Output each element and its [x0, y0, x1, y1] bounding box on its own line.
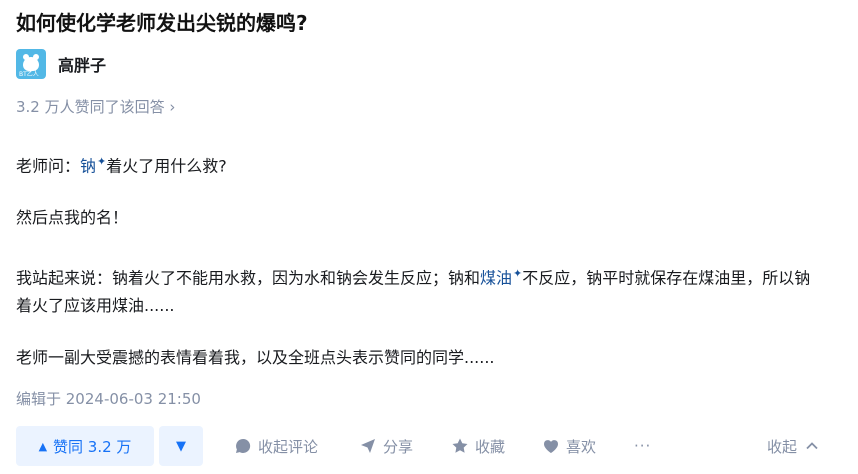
favorite-label: 收藏	[475, 437, 506, 456]
vote-count-link[interactable]: 3.2 万人赞同了该回答 ›	[16, 96, 175, 118]
paragraph-1-rest: 着火了用什么救?	[106, 156, 227, 176]
author-info: BT乙人 高胖子	[16, 49, 106, 79]
collapse-label: 收起	[767, 437, 798, 456]
collapse-comments-button[interactable]: 收起评论	[234, 426, 318, 466]
author-name[interactable]: 高胖子	[58, 52, 106, 76]
triangle-up-icon: ▲	[38, 439, 48, 453]
link-star-icon: ✦	[97, 155, 107, 168]
paragraph-1-text: 老师问：	[16, 156, 81, 176]
action-bar: ▲ 赞同 3.2 万 ▼ 收起评论 分享 收藏 喜欢 ··· 收起	[16, 426, 842, 466]
share-icon	[359, 437, 377, 455]
vote-count-text: 3.2 万人赞同了该回答	[16, 98, 165, 116]
sodium-link[interactable]: 钠	[80, 156, 96, 175]
downvote-button[interactable]: ▼	[159, 426, 203, 466]
paragraph-1: 老师问：钠✦着火了用什么救?	[16, 148, 227, 180]
paragraph-4: 老师一副大受震撼的表情看着我，以及全班点头表示赞同的同学......	[16, 348, 495, 367]
upvote-label: 赞同 3.2 万	[53, 437, 132, 456]
edited-time[interactable]: 编辑于 2024-06-03 21:50	[16, 386, 201, 412]
comment-icon	[234, 437, 252, 455]
triangle-down-icon: ▼	[176, 438, 186, 454]
chevron-right-icon: ›	[169, 98, 176, 116]
chevron-up-icon	[803, 437, 821, 455]
question-title[interactable]: 如何使化学老师发出尖锐的爆鸣?	[16, 8, 308, 38]
heart-icon	[542, 437, 560, 455]
collapse-comments-label: 收起评论	[258, 437, 319, 456]
paragraph-3-text: 我站起来说：钠着火了不能用水救，因为水和钠会发生反应；钠和	[16, 268, 481, 288]
paragraph-3: 我站起来说：钠着火了不能用水救，因为水和钠会发生反应；钠和煤油✦不反应，钠平时就…	[16, 260, 826, 320]
collapse-answer-button[interactable]: 收起	[767, 426, 821, 466]
favorite-button[interactable]: 收藏	[451, 426, 505, 466]
share-label: 分享	[383, 437, 414, 456]
bear-avatar-icon[interactable]: BT乙人	[16, 49, 46, 79]
link-star-icon: ✦	[513, 267, 523, 280]
more-button[interactable]: ···	[634, 426, 651, 466]
like-label: 喜欢	[566, 437, 597, 456]
like-button[interactable]: 喜欢	[542, 426, 596, 466]
kerosene-link[interactable]: 煤油	[480, 268, 512, 287]
share-button[interactable]: 分享	[359, 426, 413, 466]
upvote-button[interactable]: ▲ 赞同 3.2 万	[16, 426, 154, 466]
avatar-tag: BT乙人	[19, 71, 39, 78]
paragraph-2: 然后点我的名！	[16, 208, 129, 227]
star-icon	[451, 437, 469, 455]
